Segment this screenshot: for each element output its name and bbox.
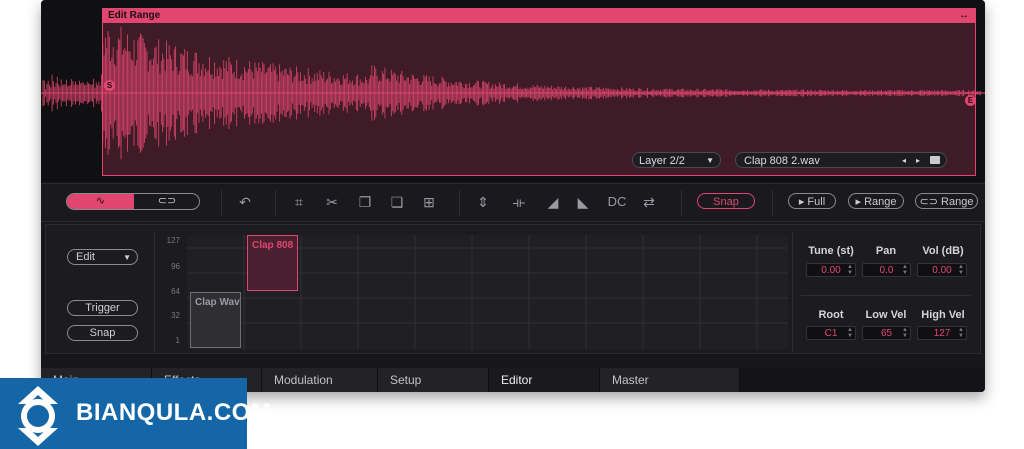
panel-divider <box>801 295 971 296</box>
spinner-icon[interactable]: ▲ ▼ <box>958 264 964 276</box>
toolbar-divider <box>772 190 773 216</box>
low-vel-value: 65 <box>880 328 893 339</box>
start-marker[interactable]: S <box>104 80 115 91</box>
fade-out-icon[interactable]: ◣ <box>573 192 593 212</box>
tab-editor[interactable]: Editor <box>489 368 600 392</box>
pan-field[interactable]: 0.0 ▲ ▼ <box>862 263 911 277</box>
layer-select-value: Layer 2/2 <box>639 155 685 167</box>
spinner-icon[interactable]: ▲ ▼ <box>902 264 908 276</box>
edit-mode-select[interactable]: Edit ▼ <box>67 249 138 265</box>
high-vel-field[interactable]: 127 ▲ ▼ <box>917 326 967 340</box>
editor-toolbar: ∿ ⊂⊃ ↶ ⌗ ✂ ❐ ❏ ⊞ ⇕ ⟛ ◢ ◣ DC ⇄ Snap ▸ Ful… <box>41 183 985 222</box>
velocity-label: 1 <box>175 336 180 345</box>
prev-file-icon[interactable]: ◂ <box>902 153 906 169</box>
dc-offset-button[interactable]: DC <box>603 192 631 212</box>
zero-crossing-icon[interactable]: ⟛ <box>509 192 529 212</box>
velocity-label: 96 <box>171 262 180 271</box>
panel-divider <box>792 233 793 351</box>
root-label: Root <box>818 309 844 321</box>
root-value: C1 <box>824 328 838 339</box>
loop-view-icon[interactable]: ⊂⊃ <box>134 194 199 209</box>
tab-master[interactable]: Master <box>600 368 740 392</box>
snap-toggle-button[interactable]: Snap <box>697 193 755 209</box>
next-file-icon[interactable]: ▸ <box>916 153 920 169</box>
velocity-label: 127 <box>166 236 180 245</box>
zone-label: Clap 808 <box>252 240 294 251</box>
toolbar-divider <box>681 190 682 216</box>
normalize-icon[interactable]: ⇕ <box>473 192 493 212</box>
high-vel-label: High Vel <box>921 309 965 321</box>
high-vel-value: 127 <box>933 328 951 339</box>
zone-clap-808[interactable]: Clap 808 <box>247 235 298 291</box>
zone-clap-wav[interactable]: Clap Wav <box>190 292 241 348</box>
trigger-button[interactable]: Trigger <box>67 300 138 316</box>
scissors-icon[interactable]: ✂ <box>322 192 342 212</box>
tune-label: Tune (st) <box>808 245 854 257</box>
reverse-icon[interactable]: ⇄ <box>639 192 659 212</box>
logo-mark-icon <box>18 386 58 446</box>
tune-field[interactable]: 0.00 ▲ ▼ <box>806 263 856 277</box>
spinner-icon[interactable]: ▲ ▼ <box>958 327 964 339</box>
undo-icon[interactable]: ↶ <box>235 192 255 212</box>
watermark-text: BIANQULA.COM <box>76 399 272 426</box>
zone-label: Clap Wav <box>195 297 240 308</box>
paste-icon[interactable]: ❏ <box>387 192 407 212</box>
edit-mode-value: Edit <box>76 251 95 263</box>
velocity-label: 64 <box>171 287 180 296</box>
play-full-button[interactable]: ▸ Full <box>788 193 836 209</box>
pan-value: 0.0 <box>879 265 894 276</box>
watermark-logo: BIANQULA.COM <box>0 378 271 449</box>
vol-label: Vol (dB) <box>922 245 964 257</box>
vol-field[interactable]: 0.00 ▲ ▼ <box>917 263 967 277</box>
vol-value: 0.00 <box>932 265 952 276</box>
toolbar-divider <box>221 190 222 216</box>
tab-modulation[interactable]: Modulation <box>262 368 378 392</box>
tab-setup[interactable]: Setup <box>378 368 489 392</box>
pan-label: Pan <box>875 245 897 257</box>
spinner-icon[interactable]: ▲ ▼ <box>902 327 908 339</box>
spinner-icon[interactable]: ▲ ▼ <box>847 327 853 339</box>
panel-divider <box>154 233 155 351</box>
low-vel-field[interactable]: 65 ▲ ▼ <box>862 326 911 340</box>
zone-grid[interactable]: Clap 808 Clap Wav <box>187 235 788 350</box>
chevron-down-icon: ▼ <box>706 156 714 165</box>
view-mode-toggle[interactable]: ∿ ⊂⊃ <box>66 193 200 210</box>
chevron-down-icon: ▼ <box>123 253 131 262</box>
spinner-icon[interactable]: ▲ ▼ <box>847 264 853 276</box>
toolbar-divider <box>459 190 460 216</box>
sampler-plugin-window: Edit Range ↔ S E Layer 2/2 ▼ Clap 808 2.… <box>41 0 985 392</box>
loop-range-button[interactable]: ⊂⊃ Range <box>915 193 978 209</box>
copy-icon[interactable]: ❐ <box>355 192 375 212</box>
file-select-value: Clap 808 2.wav <box>744 155 820 167</box>
file-select[interactable]: Clap 808 2.wav ◂ ▸ <box>735 152 947 168</box>
low-vel-label: Low Vel <box>865 309 907 321</box>
zone-editor-panel: Edit ▼ Trigger Snap 127 96 64 32 1 Clap … <box>45 224 981 354</box>
root-field[interactable]: C1 ▲ ▼ <box>806 326 856 340</box>
layer-select[interactable]: Layer 2/2 ▼ <box>632 152 721 168</box>
folder-icon[interactable] <box>930 156 940 164</box>
play-range-button[interactable]: ▸ Range <box>848 193 904 209</box>
fade-in-icon[interactable]: ◢ <box>543 192 563 212</box>
insert-icon[interactable]: ⊞ <box>419 192 439 212</box>
waveform-view-icon[interactable]: ∿ <box>67 194 134 209</box>
toolbar-divider <box>275 190 276 216</box>
crop-icon[interactable]: ⌗ <box>289 192 309 212</box>
velocity-label: 32 <box>171 311 180 320</box>
waveform-panel: Edit Range ↔ S E Layer 2/2 ▼ Clap 808 2.… <box>41 0 985 182</box>
snap-button[interactable]: Snap <box>67 325 138 341</box>
end-marker[interactable]: E <box>965 95 976 106</box>
tune-value: 0.00 <box>821 265 841 276</box>
